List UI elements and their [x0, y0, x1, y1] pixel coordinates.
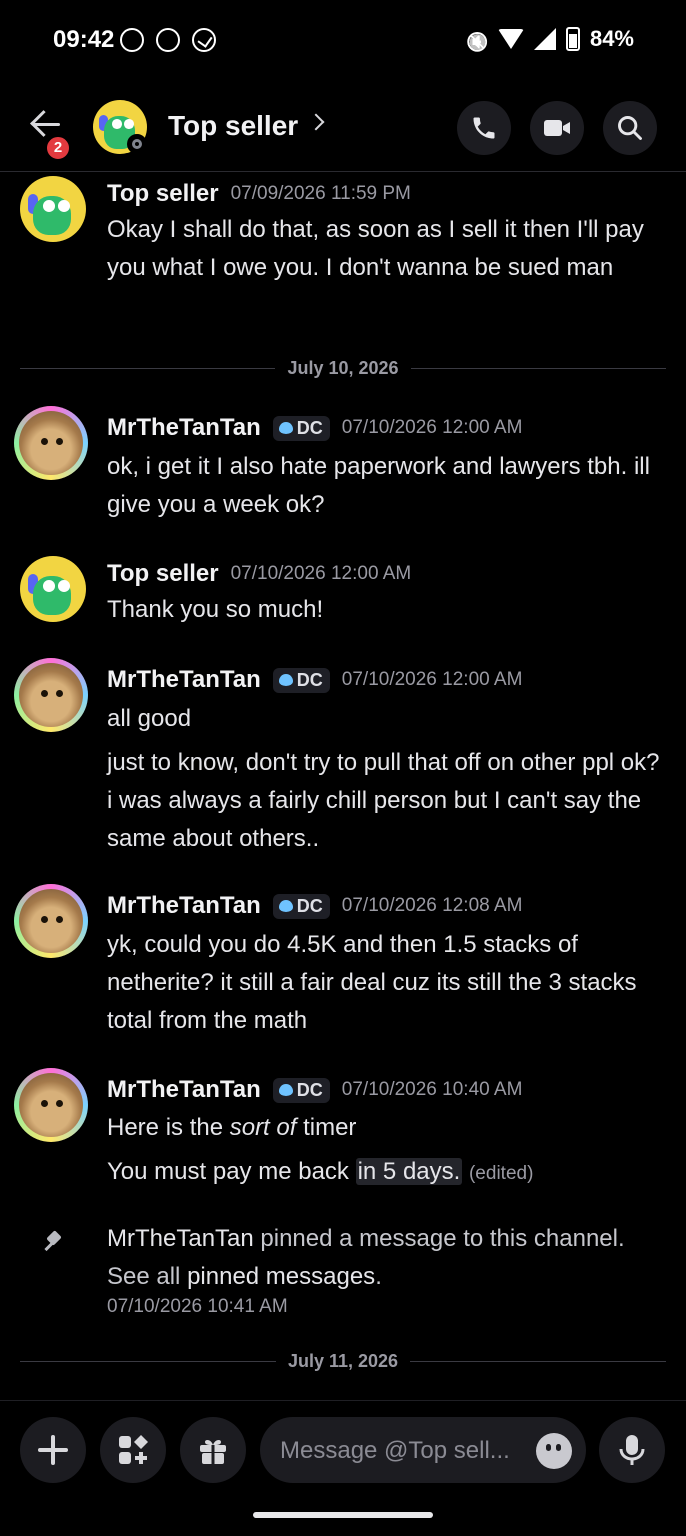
message-author[interactable]: MrTheTanTan — [107, 1076, 261, 1104]
message-author[interactable]: MrTheTanTan — [107, 414, 261, 442]
message-text: just to know, don't try to pull that off… — [107, 749, 660, 852]
heart-icon — [278, 1084, 293, 1096]
search-button[interactable] — [603, 101, 657, 155]
chrome-status-icon — [120, 28, 144, 52]
highlighted-text: in 5 days. — [355, 1158, 463, 1185]
phone-icon — [473, 117, 495, 139]
home-indicator[interactable] — [253, 1512, 433, 1518]
message-input-placeholder: Message @Top sell... — [280, 1437, 510, 1464]
message-text: Here is the sort of timer — [107, 1114, 357, 1141]
avatar[interactable] — [20, 556, 86, 622]
message-author[interactable]: MrTheTanTan — [107, 892, 261, 920]
message-timestamp: 07/10/2026 12:00 AM — [341, 417, 523, 438]
message-text: You must pay me back in 5 days. (edited) — [107, 1158, 534, 1185]
message-text: ok, i get it I also hate paperwork and l… — [107, 453, 650, 518]
message-timestamp: 07/10/2026 10:40 AM — [341, 1079, 523, 1100]
apps-icon — [119, 1435, 148, 1464]
gift-icon — [200, 1440, 226, 1464]
emoji-icon[interactable] — [536, 1433, 572, 1469]
chevron-right-icon[interactable] — [307, 113, 325, 131]
chat-header: 2 Top seller — [0, 80, 686, 172]
edited-label: (edited) — [468, 1163, 534, 1184]
message-author[interactable]: MrTheTanTan — [107, 666, 261, 694]
system-message-text: MrTheTanTan pinned a message to this cha… — [107, 1225, 625, 1290]
battery-percent: 84% — [589, 26, 634, 51]
server-tag-badge[interactable]: DC — [272, 893, 330, 919]
message-composer: Message @Top sell... — [0, 1400, 686, 1500]
gift-button[interactable] — [180, 1417, 246, 1483]
voice-message-button[interactable] — [599, 1417, 665, 1483]
check-status-icon — [192, 28, 216, 52]
message-author[interactable]: Top seller — [107, 560, 219, 588]
page-title[interactable]: Top seller — [168, 110, 298, 142]
search-icon — [618, 116, 642, 140]
message-text: all good — [107, 705, 192, 732]
notification-badge: 2 — [44, 134, 72, 162]
wifi-icon — [497, 29, 524, 49]
avatar[interactable] — [14, 1068, 88, 1142]
heart-icon — [278, 674, 293, 686]
message-list[interactable]: Top seller 07/09/2026 11:59 PM Okay I sh… — [0, 172, 686, 1400]
offline-status-icon — [127, 134, 147, 154]
message-input[interactable]: Message @Top sell... — [260, 1417, 586, 1483]
message-author[interactable]: Top seller — [107, 180, 219, 208]
server-tag-badge[interactable]: DC — [272, 1077, 330, 1103]
avatar[interactable] — [14, 658, 88, 732]
attach-button[interactable] — [20, 1417, 86, 1483]
accessibility-status-icon — [156, 28, 180, 52]
message-timestamp: 07/10/2026 10:41 AM — [107, 1296, 288, 1317]
message-text: yk, could you do 4.5K and then 1.5 stack… — [107, 931, 637, 1034]
battery-icon — [565, 27, 580, 51]
signal-icon — [533, 28, 556, 50]
server-tag-badge[interactable]: DC — [272, 667, 330, 693]
message-text: Thank you so much! — [107, 596, 324, 623]
message-timestamp: 07/10/2026 12:00 AM — [230, 563, 412, 584]
voice-call-button[interactable] — [457, 101, 511, 155]
status-bar: 09:42 84% — [0, 0, 686, 80]
avatar[interactable] — [20, 176, 86, 242]
video-call-button[interactable] — [530, 101, 584, 155]
message-timestamp: 07/10/2026 12:00 AM — [341, 669, 523, 690]
heart-icon — [278, 900, 293, 912]
apps-button[interactable] — [100, 1417, 166, 1483]
microphone-icon — [619, 1435, 645, 1465]
message-author[interactable]: MrTheTanTan — [107, 1225, 254, 1252]
pin-icon — [42, 1230, 66, 1254]
plus-icon — [38, 1435, 68, 1465]
message-timestamp: 07/09/2026 11:59 PM — [230, 183, 411, 204]
message-timestamp: 07/10/2026 12:08 AM — [341, 895, 523, 916]
heart-icon — [278, 422, 293, 434]
date-divider: July 10, 2026 — [20, 358, 666, 378]
pinned-messages-link[interactable]: pinned messages — [187, 1263, 375, 1290]
avatar[interactable] — [14, 884, 88, 958]
avatar[interactable] — [14, 406, 88, 480]
server-tag-badge[interactable]: DC — [272, 415, 330, 441]
status-time: 09:42 — [53, 26, 115, 53]
date-divider: July 11, 2026 — [20, 1351, 666, 1371]
message-text: Okay I shall do that, as soon as I sell … — [107, 216, 644, 281]
video-camera-icon — [544, 120, 570, 136]
mute-icon — [466, 28, 488, 50]
